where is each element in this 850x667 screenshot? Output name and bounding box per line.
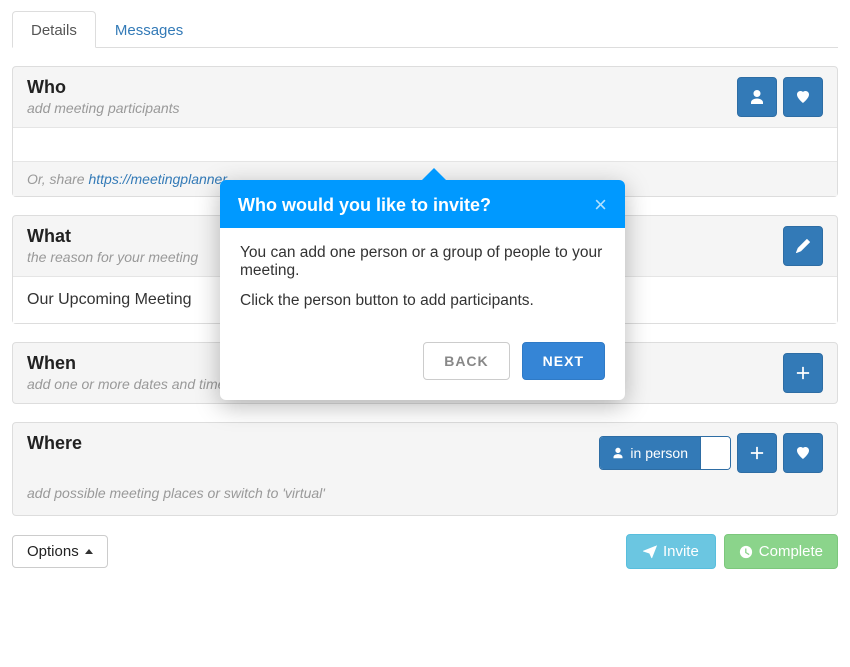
in-person-toggle[interactable]: in person <box>599 436 731 470</box>
where-title: Where <box>27 433 599 454</box>
popover-title: Who would you like to invite? <box>238 195 594 216</box>
where-favorite-button[interactable] <box>783 433 823 473</box>
plus-icon <box>796 366 810 380</box>
paper-plane-icon <box>643 545 657 559</box>
complete-button[interactable]: Complete <box>724 534 838 569</box>
add-person-button[interactable] <box>737 77 777 117</box>
tab-messages[interactable]: Messages <box>96 11 202 48</box>
pencil-icon <box>796 239 810 253</box>
tab-details[interactable]: Details <box>12 11 96 48</box>
plus-icon <box>750 446 764 460</box>
tabs: Details Messages <box>12 10 838 48</box>
popover-text-1: You can add one person or a group of peo… <box>240 244 605 280</box>
caret-up-icon <box>85 549 93 554</box>
popover-close-button[interactable]: × <box>594 194 607 216</box>
popover-arrow <box>420 168 448 182</box>
in-person-dropdown[interactable] <box>700 437 730 469</box>
options-button[interactable]: Options <box>12 535 108 568</box>
popover-text-2: Click the person button to add participa… <box>240 292 605 310</box>
who-body <box>13 127 837 161</box>
heart-icon <box>795 445 811 461</box>
invite-label: Invite <box>663 543 699 560</box>
panel-where: Where in person add possible meeting <box>12 422 838 516</box>
clock-icon <box>739 545 753 559</box>
tour-popover: Who would you like to invite? × You can … <box>220 180 625 400</box>
add-when-button[interactable] <box>783 353 823 393</box>
edit-what-button[interactable] <box>783 226 823 266</box>
who-favorite-button[interactable] <box>783 77 823 117</box>
popover-next-button[interactable]: NEXT <box>522 342 605 380</box>
invite-button[interactable]: Invite <box>626 534 716 569</box>
popover-back-button[interactable]: BACK <box>423 342 509 380</box>
where-subtitle: add possible meeting places or switch to… <box>13 485 837 515</box>
options-label: Options <box>27 543 79 560</box>
person-icon <box>749 89 765 105</box>
who-title: Who <box>27 77 737 98</box>
in-person-label: in person <box>630 445 688 461</box>
bottom-row: Options Invite Complete <box>12 534 838 569</box>
heart-icon <box>795 89 811 105</box>
person-icon <box>612 447 624 459</box>
share-link[interactable]: https://meetingplanner... <box>88 171 238 187</box>
complete-label: Complete <box>759 543 823 560</box>
who-subtitle: add meeting participants <box>27 100 737 116</box>
add-where-button[interactable] <box>737 433 777 473</box>
